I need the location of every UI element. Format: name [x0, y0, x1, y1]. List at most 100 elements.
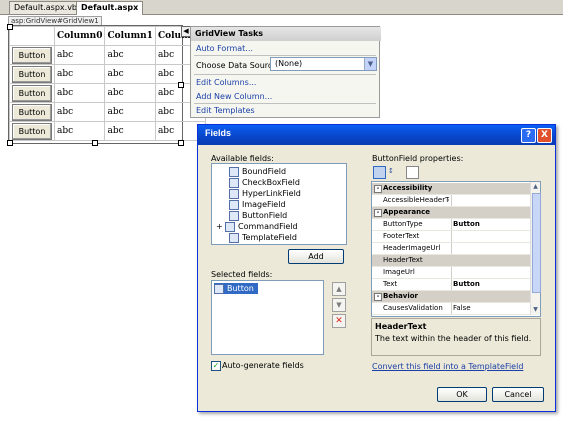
- property-name: ImageUrl: [383, 268, 415, 276]
- property-row[interactable]: ButtonType Button: [372, 219, 530, 231]
- delete-icon[interactable]: ✕: [332, 314, 346, 328]
- property-category[interactable]: - Appearance: [372, 207, 530, 219]
- add-button[interactable]: Add: [288, 249, 344, 264]
- resize-handle[interactable]: [7, 24, 13, 30]
- column-divider: [451, 279, 452, 290]
- property-row[interactable]: ImageUrl: [372, 267, 530, 279]
- grid-header-row: Column0 Column1 Column2: [9, 26, 207, 46]
- convert-to-templatefield-link[interactable]: Convert this field into a TemplateField: [372, 362, 523, 371]
- resize-handle[interactable]: [178, 140, 184, 146]
- column-divider: [451, 195, 452, 206]
- category-label: Behavior: [383, 292, 419, 300]
- move-down-icon[interactable]: ▼: [332, 298, 346, 312]
- property-grid[interactable]: - Accessibility AccessibleHeaderTe - Appea…: [371, 181, 541, 317]
- description-text: The text within the header of this field…: [375, 334, 532, 343]
- property-name: AccessibleHeaderTe: [383, 196, 449, 204]
- scrollbar-thumb[interactable]: [532, 193, 541, 293]
- tree-item-templatefield[interactable]: TemplateField: [229, 232, 297, 243]
- alphabetical-icon[interactable]: ↕: [388, 166, 399, 177]
- hyperlink-field-icon: [229, 188, 239, 199]
- selected-fields-label: Selected fields:: [211, 270, 273, 279]
- grid-cell: abc: [53, 64, 106, 84]
- resize-handle[interactable]: [92, 140, 98, 146]
- column-divider: [451, 243, 452, 254]
- grid-header-cell: Column0: [53, 26, 106, 46]
- grid-cell: abc: [104, 64, 156, 84]
- property-row[interactable]: HeaderImageUrl: [372, 243, 530, 255]
- grid-row-button[interactable]: Button: [12, 103, 52, 121]
- column-divider: [451, 231, 452, 242]
- property-value[interactable]: Button: [453, 219, 529, 230]
- scroll-down-icon[interactable]: ▼: [531, 305, 540, 314]
- auto-generate-label: Auto-generate fields: [222, 361, 304, 370]
- resize-handle[interactable]: [178, 82, 184, 88]
- edit-templates-link[interactable]: Edit Templates: [196, 106, 255, 115]
- close-button[interactable]: X: [537, 128, 552, 143]
- tree-item-hyperlinkfield[interactable]: HyperLinkField: [229, 188, 301, 199]
- help-button[interactable]: ?: [521, 128, 536, 143]
- chevron-down-icon[interactable]: ▼: [364, 58, 376, 70]
- auto-format-link[interactable]: Auto Format...: [196, 44, 253, 53]
- category-label: Accessibility: [383, 184, 433, 192]
- property-name: Text: [383, 280, 398, 288]
- add-new-column-link[interactable]: Add New Column...: [196, 92, 272, 101]
- grid-cell: abc: [53, 102, 106, 122]
- column-divider: [451, 219, 452, 230]
- grid-row-button[interactable]: Button: [12, 65, 52, 83]
- move-up-icon[interactable]: ▲: [332, 282, 346, 296]
- categorized-icon[interactable]: [373, 166, 386, 179]
- property-name: CausesValidation: [383, 304, 443, 312]
- list-item[interactable]: Button: [214, 283, 258, 294]
- tree-item-checkboxfield[interactable]: CheckBoxField: [229, 177, 300, 188]
- tree-item-buttonfield[interactable]: ButtonField: [229, 210, 287, 221]
- resize-handle[interactable]: [7, 140, 13, 146]
- table-row: Button abc abc abc: [9, 83, 207, 103]
- list-item-label: Button: [227, 284, 254, 293]
- grid-row-button[interactable]: Button: [12, 84, 52, 102]
- property-row[interactable]: AccessibleHeaderTe: [372, 195, 530, 207]
- property-value[interactable]: Button: [453, 279, 529, 290]
- tree-expander[interactable]: +: [216, 221, 225, 232]
- grid-row-button[interactable]: Button: [12, 122, 52, 140]
- tree-item-imagefield[interactable]: ImageField: [229, 199, 286, 210]
- property-value[interactable]: False: [453, 303, 529, 314]
- dialog-title: Fields: [205, 128, 232, 138]
- property-row-selected[interactable]: HeaderText: [372, 255, 530, 267]
- grid-cell: Button: [9, 121, 55, 141]
- cancel-button[interactable]: Cancel: [492, 387, 544, 402]
- property-category[interactable]: - Behavior: [372, 291, 530, 303]
- document-tab-strip: Default.aspx.vb Default.aspx: [0, 0, 563, 15]
- property-row[interactable]: Text Button: [372, 279, 530, 291]
- selected-fields-list[interactable]: Button: [211, 280, 324, 355]
- property-name: ButtonType: [383, 220, 423, 228]
- data-source-select[interactable]: (None) ▼: [270, 57, 377, 71]
- property-row[interactable]: CausesValidation False: [372, 303, 530, 315]
- property-category[interactable]: - Accessibility: [372, 183, 530, 195]
- tree-item-boundfield[interactable]: BoundField: [229, 166, 286, 177]
- dialog-title-bar[interactable]: Fields ? X: [198, 125, 555, 145]
- collapse-icon[interactable]: -: [374, 185, 382, 193]
- grid-cell: abc: [104, 121, 156, 141]
- data-source-value: (None): [275, 59, 303, 68]
- divider: [194, 74, 376, 75]
- available-fields-tree[interactable]: BoundField CheckBoxField HyperLinkField …: [211, 163, 347, 245]
- tab-default-aspx[interactable]: Default.aspx: [76, 1, 144, 15]
- tab-default-aspx-vb[interactable]: Default.aspx.vb: [9, 1, 83, 14]
- auto-generate-checkbox[interactable]: ✓: [211, 361, 221, 371]
- scroll-up-icon[interactable]: ▲: [531, 182, 540, 191]
- property-grid-scrollbar[interactable]: ▲ ▼: [530, 182, 541, 315]
- gridview-preview[interactable]: Column0 Column1 Column2 Button abc abc a…: [9, 26, 207, 141]
- edit-columns-link[interactable]: Edit Columns...: [196, 78, 256, 87]
- collapse-icon[interactable]: -: [374, 293, 382, 301]
- button-field-icon: [214, 283, 224, 294]
- grid-cell: abc: [104, 45, 156, 65]
- tree-item-commandfield[interactable]: + CommandField: [216, 221, 298, 232]
- property-name: FooterText: [383, 232, 420, 240]
- ok-button[interactable]: OK: [437, 387, 487, 402]
- available-fields-label: Available fields:: [211, 154, 274, 163]
- gridview-tasks-title: GridView Tasks: [191, 27, 381, 41]
- property-pages-icon[interactable]: [406, 166, 419, 179]
- collapse-icon[interactable]: -: [374, 209, 382, 217]
- property-row[interactable]: FooterText: [372, 231, 530, 243]
- grid-row-button[interactable]: Button: [12, 46, 52, 64]
